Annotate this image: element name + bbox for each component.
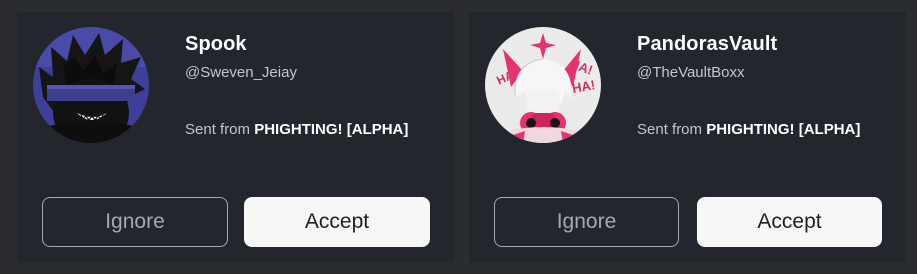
username: @Sweven_Jeiay [185, 64, 297, 81]
avatar-image-pandorasvault: HA! HA! HA! [485, 27, 601, 143]
avatar-image-spook [33, 27, 149, 143]
sent-from-prefix: Sent from [185, 121, 255, 138]
sent-from-prefix: Sent from [637, 121, 707, 138]
display-name[interactable]: Spook [185, 33, 247, 56]
username: @TheVaultBoxx [637, 64, 745, 81]
friend-request-card: HA! HA! HA! PandorasVault @TheVaultBoxx … [469, 12, 906, 263]
avatar[interactable]: HA! HA! HA! [485, 27, 601, 143]
ignore-button[interactable]: Ignore [42, 197, 228, 247]
accept-button[interactable]: Accept [244, 197, 430, 247]
accept-button[interactable]: Accept [697, 197, 882, 247]
game-name[interactable]: PHIGHTING! [ALPHA] [254, 121, 408, 138]
friend-request-card: Spook @Sweven_Jeiay Sent from PHIGHTING!… [17, 12, 454, 263]
display-name[interactable]: PandorasVault [637, 33, 777, 56]
sent-from-text: Sent from PHIGHTING! [ALPHA] [637, 121, 860, 138]
game-name[interactable]: PHIGHTING! [ALPHA] [706, 121, 860, 138]
sent-from-text: Sent from PHIGHTING! [ALPHA] [185, 121, 408, 138]
avatar[interactable] [33, 27, 149, 143]
ignore-button[interactable]: Ignore [494, 197, 679, 247]
